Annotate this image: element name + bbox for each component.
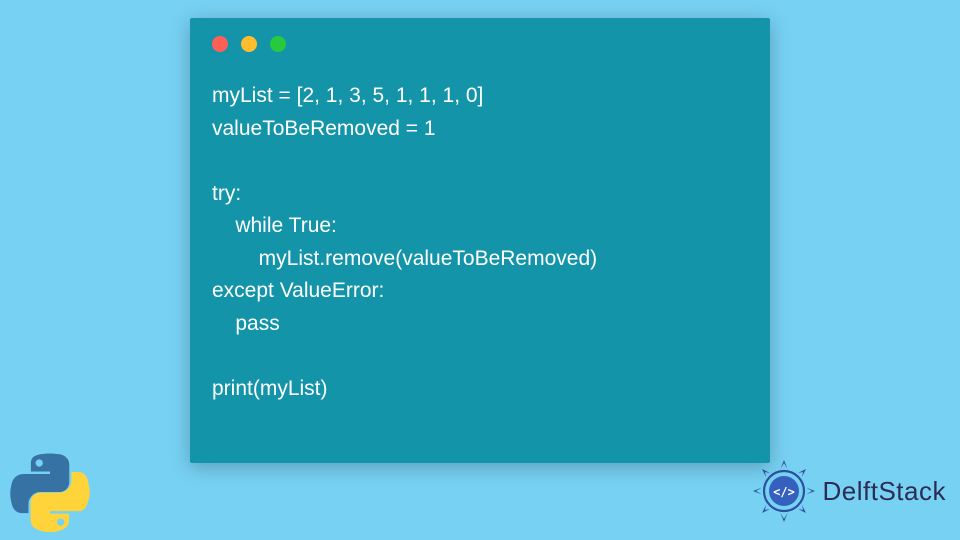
svg-text:</>: </> <box>773 485 795 499</box>
brand-emblem-icon: </> <box>751 458 817 524</box>
minimize-icon <box>241 36 257 52</box>
code-content: myList = [2, 1, 3, 5, 1, 1, 1, 0] valueT… <box>190 62 770 425</box>
close-icon <box>212 36 228 52</box>
brand-logo: </> DelftStack <box>751 458 947 524</box>
python-icon <box>10 452 90 532</box>
code-window: myList = [2, 1, 3, 5, 1, 1, 1, 0] valueT… <box>190 18 770 463</box>
maximize-icon <box>270 36 286 52</box>
brand-name: DelftStack <box>823 476 947 507</box>
window-traffic-lights <box>190 18 770 62</box>
